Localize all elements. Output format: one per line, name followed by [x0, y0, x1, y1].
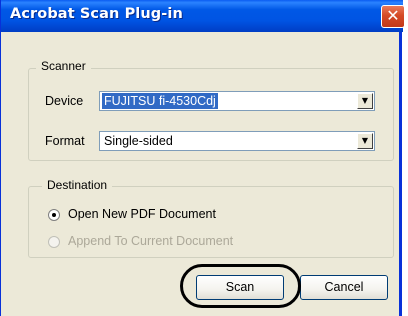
format-select[interactable]: Single-sided ▼ [99, 131, 375, 151]
cancel-button[interactable]: Cancel [300, 275, 388, 300]
radio-open-new-pdf-label: Open New PDF Document [68, 207, 216, 221]
radio-button[interactable] [48, 236, 60, 248]
scan-button[interactable]: Scan [196, 275, 284, 300]
radio-append-current[interactable]: Append To Current Document [48, 234, 278, 250]
format-label: Format [45, 134, 85, 148]
dialog-window: Acrobat Scan Plug-in ✕ Scanner Device FU… [0, 0, 405, 316]
scanner-legend: Scanner [36, 59, 91, 73]
title-bar[interactable]: Acrobat Scan Plug-in ✕ [1, 0, 405, 32]
destination-legend: Destination [42, 178, 113, 192]
chevron-down-icon[interactable]: ▼ [357, 93, 373, 109]
radio-append-current-label: Append To Current Document [68, 234, 234, 248]
close-icon[interactable]: ✕ [381, 5, 405, 28]
device-select-value: FUJITSU fi-4530Cdj [102, 93, 218, 109]
format-select-value: Single-sided [104, 134, 173, 148]
chevron-down-icon[interactable]: ▼ [357, 133, 373, 149]
device-label: Device [45, 94, 84, 108]
radio-open-new-pdf[interactable]: Open New PDF Document [48, 207, 278, 223]
radio-button[interactable] [48, 209, 60, 221]
window-title: Acrobat Scan Plug-in [10, 6, 183, 22]
device-select[interactable]: FUJITSU fi-4530Cdj ▼ [99, 91, 375, 111]
